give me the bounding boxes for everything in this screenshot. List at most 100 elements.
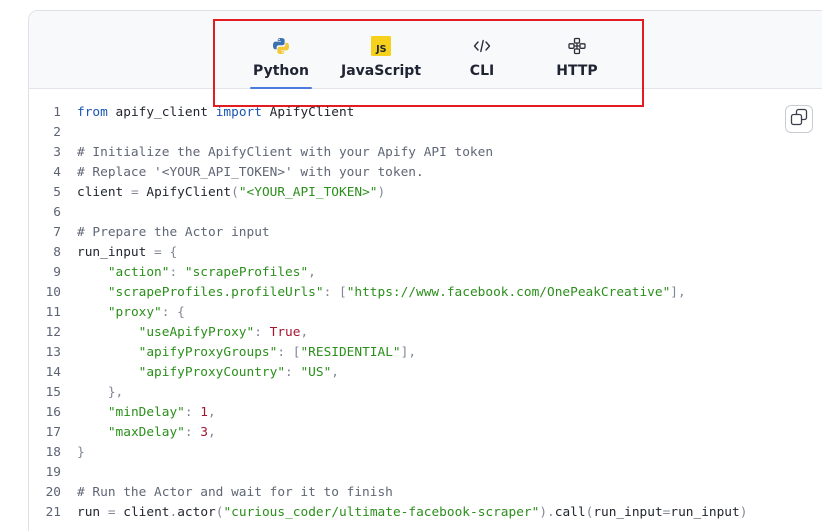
code-text: run_input = { <box>61 243 177 263</box>
code-line: 9 "action": "scrapeProfiles", <box>28 263 788 283</box>
line-number: 14 <box>45 365 61 380</box>
code-token: call <box>554 505 586 520</box>
code-token: , <box>208 405 216 420</box>
code-text: from apify_client import ApifyClient <box>61 103 354 123</box>
code-line: 14 "apifyProxyCountry": "US", <box>28 363 788 383</box>
code-token: , <box>300 325 309 340</box>
code-line: 15 }, <box>28 383 788 403</box>
code-token: client <box>115 505 170 520</box>
code-text: "useApifyProxy": True, <box>61 323 309 343</box>
code-token: apify_client <box>107 105 216 120</box>
code-token: , <box>208 425 216 440</box>
code-token: import <box>215 105 262 120</box>
line-number: 2 <box>53 125 61 140</box>
copy-button[interactable] <box>785 105 813 133</box>
code-text: } <box>61 443 85 463</box>
code-token: # Initialize the ApifyClient with your A… <box>77 145 494 160</box>
line-number: 21 <box>45 505 61 520</box>
code-token: "scrapeProfiles" <box>184 265 309 280</box>
code-token: from <box>77 105 108 120</box>
code-line: 21 run = client.actor("curious_coder/ulti… <box>28 503 788 523</box>
code-token: ApifyClient <box>261 105 355 120</box>
code-token: = <box>130 185 139 200</box>
copy-icon <box>790 108 808 130</box>
code-token: run_input <box>670 505 740 520</box>
code-token: : <box>184 405 201 420</box>
code-token: : { <box>161 305 185 320</box>
code-token: ). <box>539 505 555 520</box>
tab-cli[interactable]: CLI <box>467 35 497 89</box>
code-token: "scrapeProfiles.profileUrls" <box>107 285 324 300</box>
code-token: run_input <box>593 505 663 520</box>
code-token: "RESIDENTIAL" <box>300 345 401 360</box>
code-token: : <box>184 425 201 440</box>
code-text: client = ApifyClient("<YOUR_API_TOKEN>") <box>61 183 385 203</box>
code-token: "curious_coder/ultimate-facebook-scraper… <box>223 505 540 520</box>
code-token: }, <box>107 385 124 400</box>
code-token: : <box>254 325 270 340</box>
code-text: "apifyProxyGroups": ["RESIDENTIAL"], <box>61 343 416 363</box>
js-icon-text: JS <box>375 44 387 55</box>
code-line: 6 <box>28 203 788 223</box>
code-text: "proxy": { <box>61 303 185 323</box>
tab-javascript-label: JavaScript <box>340 63 422 79</box>
tab-python[interactable]: Python <box>250 35 312 89</box>
line-number: 1 <box>53 105 61 120</box>
code-token: "maxDelay" <box>107 425 185 440</box>
tab-http-label: HTTP <box>556 63 598 79</box>
language-tab-bar: Python JS JavaScript CLI HTTP <box>29 11 822 89</box>
code-text: "apifyProxyCountry": "US", <box>61 363 339 383</box>
code-block: 1 from apify_client import ApifyClient 2 3 #… <box>28 103 788 523</box>
line-number: 10 <box>45 285 61 300</box>
code-text: "action": "scrapeProfiles", <box>61 263 316 283</box>
code-line: 7 # Prepare the Actor input <box>28 223 788 243</box>
tab-python-label: Python <box>253 63 309 79</box>
code-text: # Replace '<YOUR_API_TOKEN>' with your t… <box>61 163 424 183</box>
code-line: 10 "scrapeProfiles.profileUrls": ["https… <box>28 283 788 303</box>
code-token: { <box>169 245 178 260</box>
tab-cli-label: CLI <box>469 63 495 79</box>
line-number: 6 <box>53 205 61 220</box>
tab-javascript[interactable]: JS JavaScript <box>340 35 422 89</box>
code-text: "scrapeProfiles.profileUrls": ["https://… <box>61 283 686 303</box>
line-number: 16 <box>45 405 61 420</box>
code-token: "useApifyProxy" <box>138 325 255 340</box>
code-text: run = client.actor("curious_coder/ultima… <box>61 503 747 523</box>
code-text: }, <box>61 383 123 403</box>
code-token: # Prepare the Actor input <box>77 225 270 240</box>
code-line: 4 # Replace '<YOUR_API_TOKEN>' with your … <box>28 163 788 183</box>
code-token: 1 <box>200 405 209 420</box>
code-token: ( <box>231 185 239 200</box>
line-number: 5 <box>53 185 61 200</box>
code-token: : <box>169 265 185 280</box>
tab-http[interactable]: HTTP <box>556 35 598 89</box>
code-token: # Run the Actor and wait for it to finis… <box>77 485 393 500</box>
code-token: "proxy" <box>107 305 162 320</box>
line-number: 18 <box>45 445 61 460</box>
code-line: 20 # Run the Actor and wait for it to fin… <box>28 483 788 503</box>
python-icon <box>272 35 290 57</box>
code-token: : [ <box>277 345 301 360</box>
code-line: 3 # Initialize the ApifyClient with your … <box>28 143 788 163</box>
code-token: : [ <box>323 285 347 300</box>
code-token: run_input <box>77 245 155 260</box>
code-token: = <box>154 245 162 260</box>
code-line: 1 from apify_client import ApifyClient <box>28 103 788 123</box>
line-number: 19 <box>45 465 61 480</box>
line-number: 4 <box>53 165 61 180</box>
code-token: , <box>308 265 316 280</box>
code-token: ], <box>670 285 686 300</box>
code-text: # Prepare the Actor input <box>61 223 270 243</box>
network-icon <box>568 35 586 57</box>
code-token: ) <box>377 185 386 200</box>
code-token: actor <box>177 505 216 520</box>
line-number: 17 <box>45 425 61 440</box>
